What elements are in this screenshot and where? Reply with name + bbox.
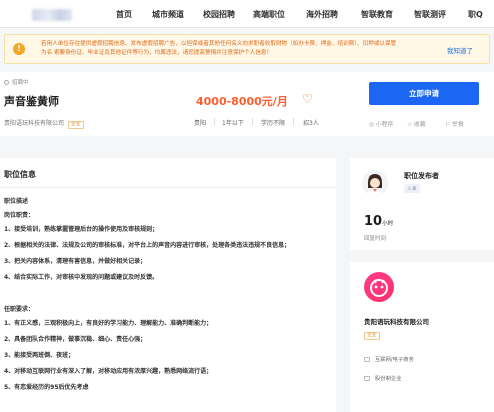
- job-city: 贵阳: [194, 120, 207, 127]
- job-experience: 1年以下: [222, 120, 244, 127]
- description-line: 4、结合实际工作，对审核中发现的问题或建议及时反馈。: [4, 274, 159, 281]
- warning-icon: !: [13, 43, 25, 55]
- company-name[interactable]: 贵阳语玩科技有限公司: [4, 120, 64, 127]
- description-line: 4、对移动互联网行业有深入了解，对移动应用有浓厚兴趣，熟悉网络流行语；: [4, 368, 213, 375]
- job-info-header: 职位信息: [0, 158, 336, 188]
- description-line: 任职要求：: [4, 306, 35, 313]
- favorite-action[interactable]: ☆ 收藏: [407, 119, 426, 128]
- company-industry: 互联网/电子商务: [364, 355, 414, 363]
- divider: [293, 118, 294, 125]
- company-logo-icon: [370, 279, 388, 297]
- report-action[interactable]: ⚐ 举报: [445, 119, 464, 128]
- site-logo[interactable]: [32, 9, 72, 21]
- apply-now-button[interactable]: 立即申请: [369, 82, 479, 105]
- heart-icon[interactable]: ♡: [302, 92, 313, 106]
- job-title: 声音鉴黄师: [4, 95, 59, 108]
- nav-overseas-recruitment[interactable]: 海外招聘: [306, 9, 338, 20]
- status-icon: [4, 80, 9, 85]
- divider: [252, 118, 253, 125]
- description-line: 2、根据相关的法律、法规及公司的审核标准，对平台上的声音内容进行审核，处理各类违…: [4, 242, 291, 249]
- response-time: 10小时: [364, 214, 394, 229]
- company-link[interactable]: 贵阳语玩科技有限公司 企业: [4, 118, 84, 129]
- description-line: 3、能接受两班倒、夜班；: [4, 352, 75, 359]
- avatar: [362, 170, 388, 196]
- nav-zhiq[interactable]: 职Q: [468, 9, 483, 20]
- nav-campus-recruitment[interactable]: 校园招聘: [203, 9, 235, 20]
- nav-zhaopin-assessment[interactable]: 智联测评: [414, 9, 446, 20]
- dismiss-notice-link[interactable]: 我知道了: [447, 45, 473, 55]
- mini-program-icon: ◎: [369, 122, 376, 128]
- response-time-label: 回复时间: [364, 236, 387, 242]
- description-line: 3、把关内容体系，清理有害信息，并做好相关记录；: [4, 258, 147, 265]
- company-card-badge: 企业: [364, 332, 380, 340]
- job-headcount: 招3人: [303, 120, 319, 127]
- nav-home[interactable]: 首页: [116, 9, 132, 20]
- description-line: 1、接受培训，熟练掌握管理后台的操作使用及审核规则；: [4, 226, 159, 233]
- divider: [214, 118, 215, 125]
- publisher-role-badge: 人事: [404, 184, 420, 193]
- publisher-title: 职位发布者: [404, 172, 439, 180]
- company-type-icon: [364, 376, 370, 381]
- nav-zhaopin-education[interactable]: 智联教育: [361, 9, 393, 20]
- description-line: 2、具备团队合作精神，做事沉稳、细心、责任心强；: [4, 336, 147, 343]
- recruiting-status: 招聘中: [4, 78, 29, 86]
- nav-senior-positions[interactable]: 高端职位: [253, 9, 285, 20]
- company-card-name[interactable]: 贵阳语玩科技有限公司: [364, 316, 429, 326]
- avatar-icon: [362, 170, 388, 196]
- description-line: 5、有恋爱经历的95后优先考虑: [4, 384, 89, 391]
- industry-icon: [364, 357, 370, 362]
- company-card: 贵阳语玩科技有限公司 企业 互联网/电子商务 股份制企业: [350, 262, 494, 412]
- company-logo[interactable]: [364, 272, 394, 302]
- nav-city-channel[interactable]: 城市频道: [152, 9, 184, 20]
- job-salary: 4000-8000元/月: [196, 95, 288, 108]
- notice-text: 若用人单位存在提供虚假招聘信息、发布虚假招聘广告，以担保或者其他任何名义向求职者…: [41, 41, 397, 56]
- fraud-warning-notice: ! 若用人单位存在提供虚假招聘信息、发布虚假招聘广告，以担保或者其他任何名义向求…: [4, 34, 490, 64]
- report-icon: ⚐: [445, 122, 453, 128]
- company-type: 股份制企业: [364, 374, 402, 382]
- section-title: 职位信息: [4, 170, 36, 179]
- job-summary-header: 招聘中 声音鉴黄师 4000-8000元/月 ♡ 立即申请 贵阳语玩科技有限公司…: [0, 72, 494, 136]
- description-line: 岗位职责：: [4, 212, 35, 219]
- top-navigation: 首页 城市频道 校园招聘 高端职位 海外招聘 智联教育 智联测评 职Q: [0, 0, 494, 28]
- publisher-card: 职位发布者 人事 10小时 回复时间: [350, 158, 494, 250]
- star-icon: ☆: [407, 122, 415, 128]
- description-line: 职位描述: [4, 198, 29, 205]
- description-line: 1、有正义感，三观积极向上，有良好的学习能力、理解能力、准确判断能力；: [4, 320, 213, 327]
- job-education: 学历不限: [261, 120, 286, 127]
- company-badge: 企业: [68, 121, 84, 129]
- job-info-panel: 职位信息 职位描述岗位职责： 1、接受培训，熟练掌握管理后台的操作使用及审核规则；…: [0, 158, 336, 412]
- mini-program-action[interactable]: ◎ 小程序: [369, 119, 393, 128]
